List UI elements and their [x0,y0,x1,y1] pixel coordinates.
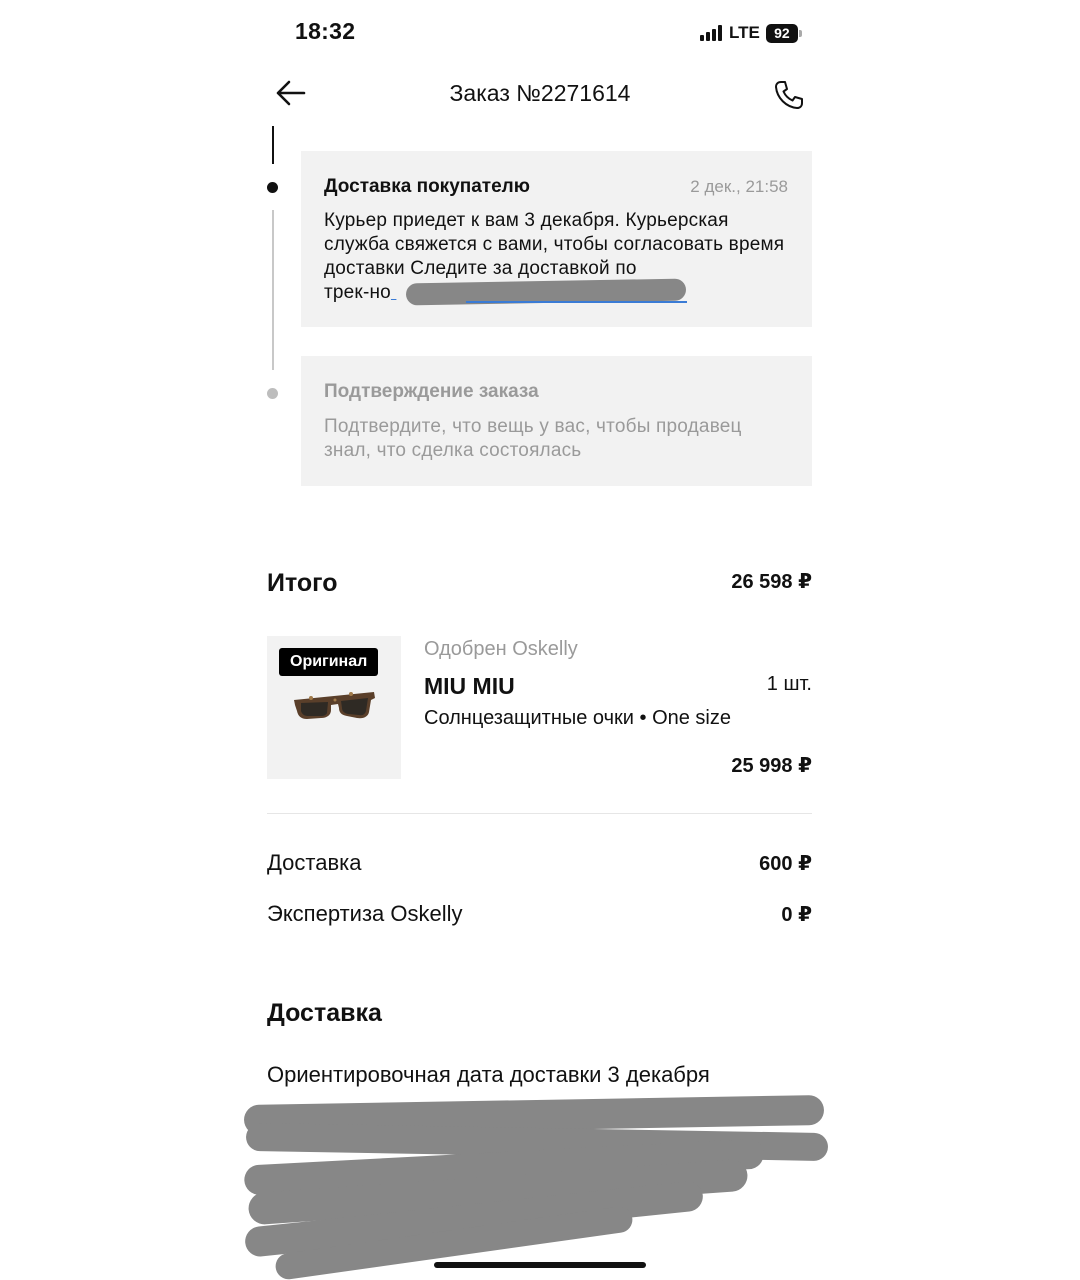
card-text-body: Курьер приедет к вам 3 декабря. Курьерск… [324,210,785,279]
arrow-left-icon [276,80,306,106]
delivery-cost-label: Доставка [267,850,362,875]
expertise-label: Экспертиза Oskelly [267,901,463,926]
call-button[interactable] [770,76,808,114]
timeline-dot-pending [267,388,278,399]
timeline-dot-active [267,182,278,193]
product-qty: 1 шт. [766,673,812,695]
status-indicators: LTE 92 [700,20,802,46]
track-prefix: трек-но [324,282,391,303]
timeline-line-top [272,126,274,164]
delivery-estimate: Ориентировочная дата доставки 3 декабря [267,1062,710,1087]
page-title: Заказ №2271614 [449,80,631,106]
product-desc: Солнцезащитные очки • One size [424,707,732,729]
product-price: 25 998 ₽ [731,755,812,777]
home-indicator[interactable] [434,1262,646,1268]
summary-title: Итого [267,569,338,597]
battery-icon: 92 [765,23,798,43]
product-brand[interactable]: MIU MIU [424,673,515,700]
summary-total: 26 598 ₽ [731,571,812,593]
track-underline [466,301,687,303]
timeline-line [272,210,274,370]
track-number-link[interactable] [391,282,396,303]
card-text: Подтвердите, что вещь у вас, чтобы прода… [324,416,742,461]
redaction-scribble [243,1090,829,1280]
delivery-cost-value: 600 ₽ [759,853,812,875]
expertise-value: 0 ₽ [781,904,812,926]
card-title: Подтверждение заказа [324,381,539,402]
delivery-section-title: Доставка [267,999,382,1027]
timeline-card-confirm: Подтверждение заказа Подтвердите, что ве… [301,356,812,486]
timeline-card-delivery: Доставка покупателю 2 дек., 21:58 Курьер… [301,151,812,327]
original-badge: Оригинал [279,648,379,676]
signal-icon [700,25,722,41]
card-title: Доставка покупателю [324,176,530,197]
sunglasses-image [294,692,375,719]
product-image[interactable]: Оригинал [267,636,401,779]
divider [267,813,812,814]
back-button[interactable] [272,74,310,112]
phone-icon [775,81,803,109]
battery-tip [798,29,802,37]
network-type: LTE [729,23,760,42]
card-date: 2 дек., 21:58 [690,177,788,196]
approved-label: Одобрен Oskelly [424,638,578,660]
status-time: 18:32 [295,18,356,44]
